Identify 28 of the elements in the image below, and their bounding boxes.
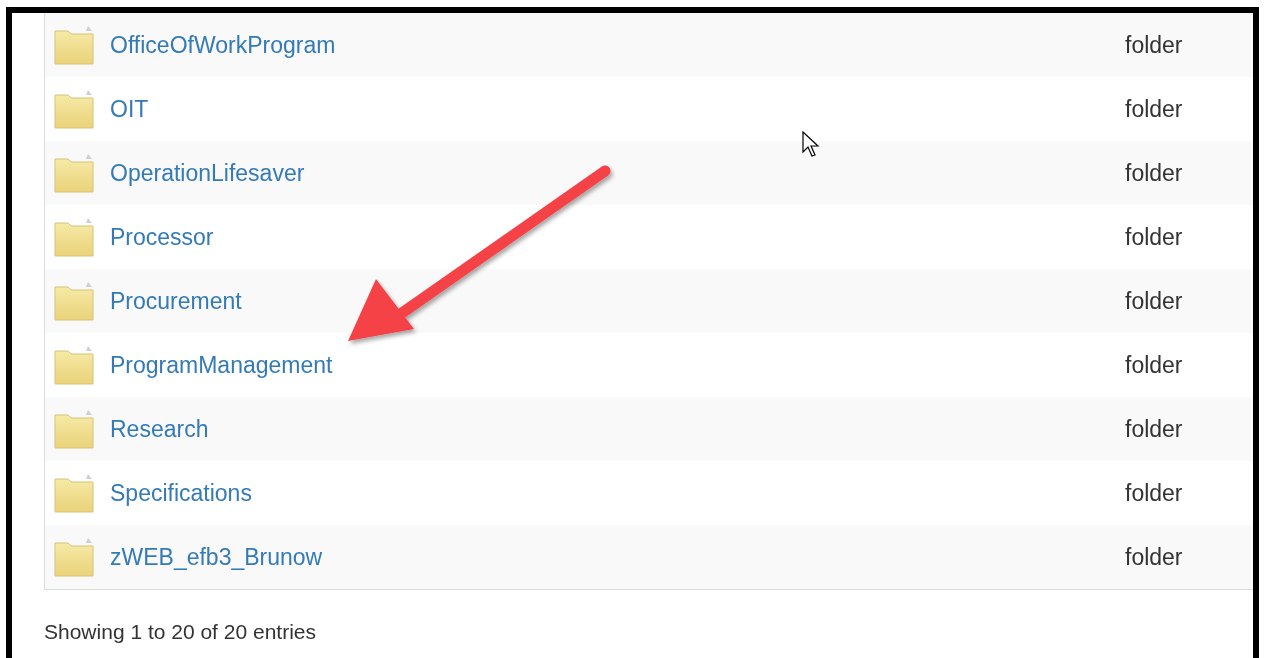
type-cell-text: folder: [1125, 415, 1184, 443]
folder-link[interactable]: zWEB_efb3_Brunow: [110, 543, 323, 571]
folder-icon: [54, 473, 96, 513]
folder-icon: [54, 25, 96, 65]
type-cell-text: folder: [1125, 223, 1184, 251]
type-cell-text: folder: [1125, 543, 1184, 571]
type-cell-text: folder: [1125, 95, 1184, 123]
type-cell-text: folder: [1125, 31, 1184, 59]
folder-link[interactable]: OIT: [110, 95, 149, 123]
folder-icon: [54, 89, 96, 129]
folder-icon: [54, 409, 96, 449]
folder-link[interactable]: Processor: [110, 223, 214, 251]
table-info: Showing 1 to 20 of 20 entries: [44, 620, 316, 644]
type-cell-text: folder: [1125, 351, 1184, 379]
folder-icon: [54, 537, 96, 577]
folder-icon: [54, 217, 96, 257]
folder-icon: [54, 153, 96, 193]
folder-link[interactable]: ProgramManagement: [110, 351, 333, 379]
type-cell-text: folder: [1125, 159, 1184, 187]
folder-link[interactable]: Research: [110, 415, 209, 443]
folder-link[interactable]: OperationLifesaver: [110, 159, 305, 187]
folder-link[interactable]: OfficeOfWorkProgram: [110, 31, 336, 59]
type-cell-text: folder: [1125, 479, 1184, 507]
folder-link[interactable]: Procurement: [110, 287, 242, 315]
type-cell-text: folder: [1125, 287, 1184, 315]
folder-icon: [54, 281, 96, 321]
folder-link[interactable]: Specifications: [110, 479, 252, 507]
folder-icon: [54, 345, 96, 385]
